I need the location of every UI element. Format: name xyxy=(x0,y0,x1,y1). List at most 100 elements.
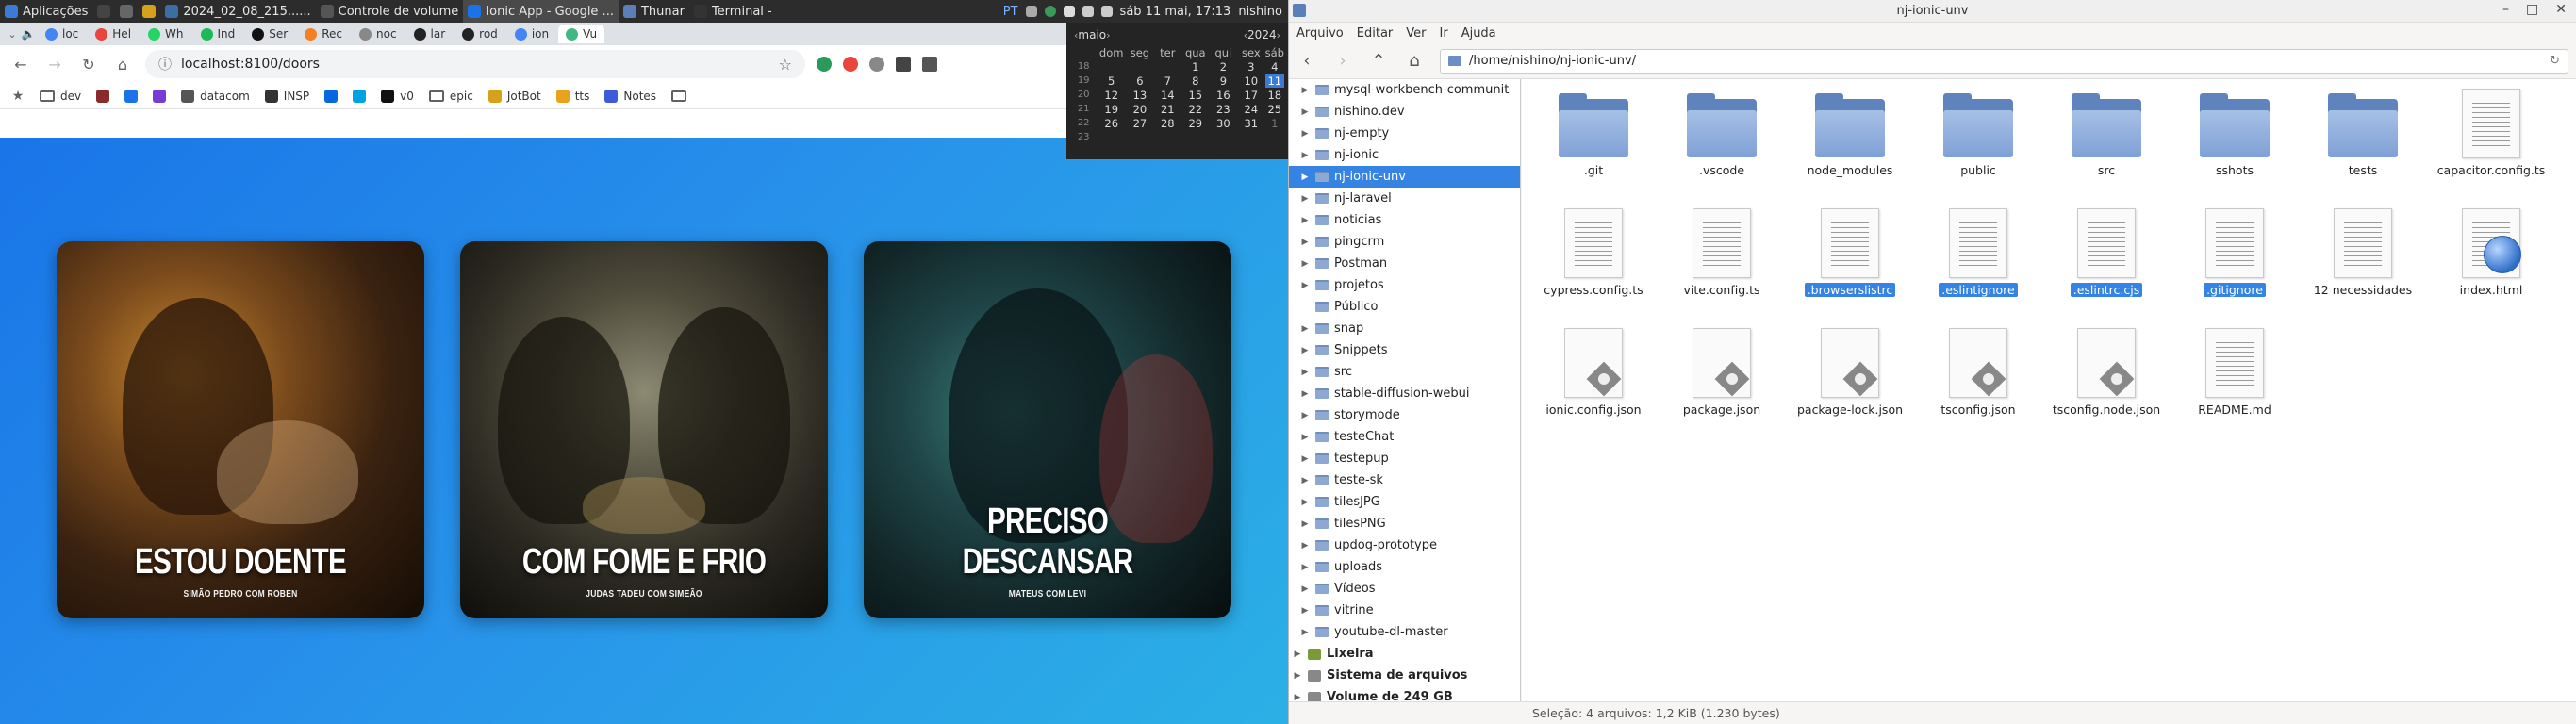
bookmark-item[interactable] xyxy=(324,89,339,103)
expander-icon[interactable]: ▶ xyxy=(1300,346,1310,355)
sidebar-item[interactable]: ▶ nj-laravel xyxy=(1289,188,1520,209)
file-item[interactable]: cypress.config.ts xyxy=(1529,206,1658,326)
expander-icon[interactable]: ▶ xyxy=(1300,238,1310,247)
minimize-icon[interactable]: – xyxy=(2502,2,2509,17)
menu-item[interactable]: Editar xyxy=(1357,26,1394,41)
user-name[interactable]: nishino xyxy=(1238,5,1282,19)
calendar-day[interactable]: 19 xyxy=(1097,102,1126,116)
calendar-day[interactable]: 7 xyxy=(1154,74,1181,88)
taskbar-item[interactable]: Thunar xyxy=(619,0,689,23)
bookmark-item[interactable] xyxy=(671,90,687,102)
expander-icon[interactable]: ▶ xyxy=(1300,86,1310,95)
bookmark-item[interactable]: JotBot xyxy=(487,89,541,103)
file-item[interactable]: tests xyxy=(2299,87,2427,206)
sidebar-item[interactable]: ▶ teste-sk xyxy=(1289,469,1520,491)
file-item[interactable]: index.html xyxy=(2427,206,2555,326)
sidebar-item[interactable]: ▶ vitrine xyxy=(1289,600,1520,621)
calendar-day[interactable]: 11 xyxy=(1264,74,1284,88)
sidebar-item[interactable]: ▶ tilesJPG xyxy=(1289,491,1520,513)
location-path[interactable]: /home/nishino/nj-ionic-unv/ xyxy=(1469,54,1636,68)
file-item[interactable]: sshots xyxy=(2171,87,2299,206)
browser-tab[interactable]: Vu xyxy=(558,25,605,43)
sidebar-item[interactable]: Público xyxy=(1289,296,1520,318)
home-icon[interactable]: ⌂ xyxy=(111,53,134,75)
calendar-day[interactable]: 20 xyxy=(1126,102,1154,116)
file-item[interactable]: ionic.config.json xyxy=(1529,326,1658,446)
sidebar-item[interactable]: ▶ tilesPNG xyxy=(1289,513,1520,535)
sidebar-item[interactable]: ▶ youtube-dl-master xyxy=(1289,621,1520,643)
calendar-day[interactable]: 31 xyxy=(1237,116,1265,130)
bookmark-item[interactable]: Notes xyxy=(604,89,656,103)
bookmark-item[interactable]: tts xyxy=(555,89,589,103)
taskbar-item[interactable]: Terminal - xyxy=(689,0,777,23)
expander-icon[interactable]: ▶ xyxy=(1300,519,1310,529)
file-item[interactable]: .gitignore xyxy=(2171,206,2299,326)
calendar-day[interactable]: 23 xyxy=(1210,102,1237,116)
reload-icon[interactable]: ↻ xyxy=(77,53,100,75)
expander-icon[interactable]: ▶ xyxy=(1300,216,1310,225)
sidebar-item[interactable]: ▶ nj-ionic xyxy=(1289,144,1520,166)
sidebar-item[interactable]: ▶ snap xyxy=(1289,318,1520,339)
expander-icon[interactable]: ▶ xyxy=(1300,628,1310,637)
menu-item[interactable]: Arquivo xyxy=(1296,26,1344,41)
expander-icon[interactable]: ▶ xyxy=(1300,498,1310,507)
extension-icon-green[interactable] xyxy=(817,57,832,72)
browser-tab[interactable]: Hel xyxy=(88,25,139,43)
tab-list-chevron-icon[interactable]: ⌄ xyxy=(6,23,19,45)
sidebar-item[interactable]: ▶ Snippets xyxy=(1289,339,1520,361)
expander-icon[interactable]: ▶ xyxy=(1300,563,1310,572)
bookmark-item[interactable] xyxy=(124,89,139,103)
shield-icon[interactable] xyxy=(1044,6,1056,17)
file-item[interactable]: README.md xyxy=(2171,326,2299,446)
calendar-day[interactable]: 10 xyxy=(1237,74,1265,88)
extensions-puzzle-icon[interactable] xyxy=(922,57,937,72)
calendar-day[interactable]: 6 xyxy=(1126,74,1154,88)
file-item[interactable]: src xyxy=(2042,87,2171,206)
calendar-day[interactable]: 8 xyxy=(1181,74,1210,88)
menu-item[interactable]: Ajuda xyxy=(1461,26,1496,41)
forward-icon[interactable]: › xyxy=(1332,51,1353,71)
location-bar[interactable]: /home/nishino/nj-ionic-unv/ ↻ xyxy=(1440,48,2568,74)
file-item[interactable]: vite.config.ts xyxy=(1658,206,1786,326)
expander-icon[interactable]: ▶ xyxy=(1300,584,1310,594)
sidebar-item[interactable]: ▶ nj-empty xyxy=(1289,123,1520,144)
taskbar-item[interactable]: Controle de volume xyxy=(316,0,464,23)
taskbar-item[interactable] xyxy=(115,0,138,23)
calendar-day[interactable]: 18 xyxy=(1265,88,1284,102)
calendar-day[interactable]: 1 xyxy=(1181,59,1210,74)
browser-tab[interactable]: Rec xyxy=(297,25,350,43)
taskbar-item[interactable] xyxy=(92,0,115,23)
sidebar-item[interactable]: ▶ noticias xyxy=(1289,209,1520,231)
door-card-hungry[interactable]: COM FOME E FRIO JUDAS TADEU COM SIMEÃO xyxy=(460,241,828,618)
calendar-day[interactable]: 12 xyxy=(1097,88,1126,102)
bookmark-item[interactable]: v0 xyxy=(381,89,414,103)
door-card-rest[interactable]: PRECISO DESCANSAR MATEUS COM LEVI xyxy=(864,241,1231,618)
door-card-sick[interactable]: ESTOU DOENTE SIMÃO PEDRO COM ROBEN xyxy=(57,241,424,618)
expander-icon[interactable]: ▶ xyxy=(1300,433,1310,442)
expander-icon[interactable]: ▶ xyxy=(1300,389,1310,399)
calendar-day[interactable]: 5 xyxy=(1097,74,1126,88)
expander-icon[interactable]: ▶ xyxy=(1300,173,1310,182)
bookmark-item[interactable]: datacom xyxy=(181,89,250,103)
browser-tab[interactable]: lar xyxy=(406,25,454,43)
browser-tab[interactable]: loc xyxy=(38,25,86,43)
file-item[interactable]: tsconfig.node.json xyxy=(2042,326,2171,446)
notification-bell-icon[interactable] xyxy=(1100,6,1113,17)
bookmark-item[interactable]: epic xyxy=(428,90,473,103)
url-text[interactable]: localhost:8100/doors xyxy=(181,57,320,72)
network-icon[interactable] xyxy=(1025,6,1037,17)
keyboard-layout[interactable]: PT xyxy=(1003,5,1018,19)
back-icon[interactable]: ‹ xyxy=(1296,51,1317,71)
calendar-day[interactable]: 13 xyxy=(1126,88,1154,102)
calendar-day[interactable]: 21 xyxy=(1154,102,1181,116)
calendar-day[interactable]: 17 xyxy=(1237,88,1265,102)
calendar-day[interactable]: 15 xyxy=(1181,88,1210,102)
calendar-day[interactable]: 2 xyxy=(1210,59,1237,74)
browser-tab[interactable]: ion xyxy=(507,25,556,43)
expander-icon[interactable]: ▶ xyxy=(1300,541,1310,551)
calendar-day[interactable]: 29 xyxy=(1181,116,1210,130)
calendar-day[interactable]: 30 xyxy=(1210,116,1237,130)
sidebar-item[interactable]: ▶ pingcrm xyxy=(1289,231,1520,253)
sidebar-item[interactable]: ▶ Lixeira xyxy=(1289,643,1520,665)
next-month-icon[interactable]: › xyxy=(1106,29,1110,41)
